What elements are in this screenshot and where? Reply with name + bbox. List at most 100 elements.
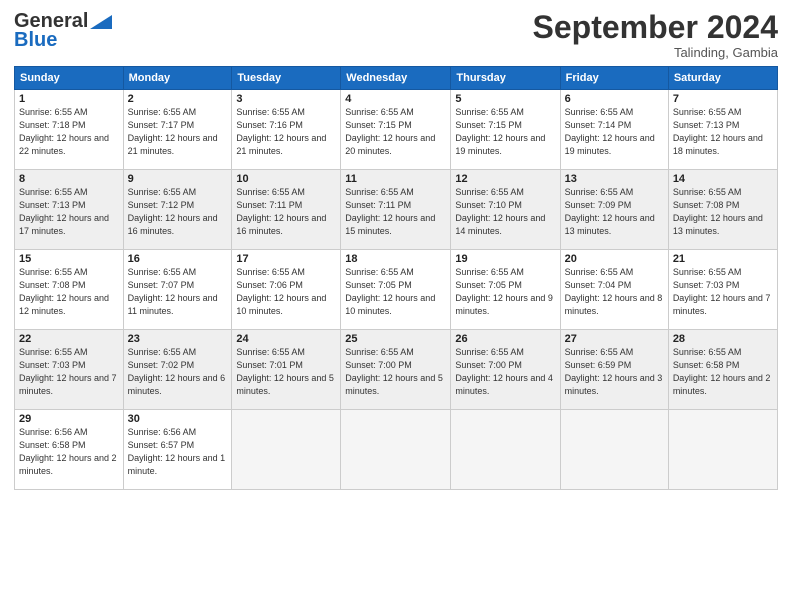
calendar-cell: 3Sunrise: 6:55 AMSunset: 7:16 PMDaylight… xyxy=(232,90,341,170)
day-info: Sunrise: 6:55 AMSunset: 6:58 PMDaylight:… xyxy=(673,346,773,398)
calendar-cell: 1Sunrise: 6:55 AMSunset: 7:18 PMDaylight… xyxy=(15,90,124,170)
calendar-cell: 7Sunrise: 6:55 AMSunset: 7:13 PMDaylight… xyxy=(668,90,777,170)
day-info: Sunrise: 6:55 AMSunset: 7:06 PMDaylight:… xyxy=(236,266,336,318)
calendar-cell: 23Sunrise: 6:55 AMSunset: 7:02 PMDayligh… xyxy=(123,330,232,410)
day-info: Sunrise: 6:55 AMSunset: 7:13 PMDaylight:… xyxy=(673,106,773,158)
calendar-row: 22Sunrise: 6:55 AMSunset: 7:03 PMDayligh… xyxy=(15,330,778,410)
calendar-cell: 30Sunrise: 6:56 AMSunset: 6:57 PMDayligh… xyxy=(123,410,232,490)
col-saturday: Saturday xyxy=(668,67,777,90)
calendar-cell: 19Sunrise: 6:55 AMSunset: 7:05 PMDayligh… xyxy=(451,250,560,330)
day-info: Sunrise: 6:55 AMSunset: 7:00 PMDaylight:… xyxy=(455,346,555,398)
col-wednesday: Wednesday xyxy=(341,67,451,90)
day-info: Sunrise: 6:55 AMSunset: 7:03 PMDaylight:… xyxy=(673,266,773,318)
day-info: Sunrise: 6:55 AMSunset: 7:16 PMDaylight:… xyxy=(236,106,336,158)
title-block: September 2024 Talinding, Gambia xyxy=(533,10,778,60)
day-number: 12 xyxy=(455,173,555,185)
day-info: Sunrise: 6:55 AMSunset: 7:01 PMDaylight:… xyxy=(236,346,336,398)
day-info: Sunrise: 6:55 AMSunset: 7:05 PMDaylight:… xyxy=(345,266,446,318)
month-title: September 2024 xyxy=(533,10,778,45)
day-number: 18 xyxy=(345,253,446,265)
calendar-page: General Blue September 2024 Talinding, G… xyxy=(0,0,792,612)
day-number: 28 xyxy=(673,333,773,345)
day-number: 24 xyxy=(236,333,336,345)
day-number: 25 xyxy=(345,333,446,345)
location: Talinding, Gambia xyxy=(533,45,778,60)
calendar-cell: 15Sunrise: 6:55 AMSunset: 7:08 PMDayligh… xyxy=(15,250,124,330)
day-info: Sunrise: 6:55 AMSunset: 7:11 PMDaylight:… xyxy=(345,186,446,238)
day-info: Sunrise: 6:55 AMSunset: 7:00 PMDaylight:… xyxy=(345,346,446,398)
calendar-cell xyxy=(668,410,777,490)
calendar-table: Sunday Monday Tuesday Wednesday Thursday… xyxy=(14,66,778,490)
day-number: 20 xyxy=(565,253,664,265)
day-info: Sunrise: 6:55 AMSunset: 7:10 PMDaylight:… xyxy=(455,186,555,238)
day-number: 17 xyxy=(236,253,336,265)
day-number: 1 xyxy=(19,93,119,105)
calendar-header-row: Sunday Monday Tuesday Wednesday Thursday… xyxy=(15,67,778,90)
calendar-cell: 18Sunrise: 6:55 AMSunset: 7:05 PMDayligh… xyxy=(341,250,451,330)
calendar-cell: 8Sunrise: 6:55 AMSunset: 7:13 PMDaylight… xyxy=(15,170,124,250)
calendar-cell: 24Sunrise: 6:55 AMSunset: 7:01 PMDayligh… xyxy=(232,330,341,410)
day-number: 19 xyxy=(455,253,555,265)
day-info: Sunrise: 6:55 AMSunset: 7:17 PMDaylight:… xyxy=(128,106,228,158)
day-number: 9 xyxy=(128,173,228,185)
calendar-row: 8Sunrise: 6:55 AMSunset: 7:13 PMDaylight… xyxy=(15,170,778,250)
calendar-cell: 21Sunrise: 6:55 AMSunset: 7:03 PMDayligh… xyxy=(668,250,777,330)
day-number: 22 xyxy=(19,333,119,345)
day-number: 29 xyxy=(19,413,119,425)
logo-blue: Blue xyxy=(14,29,57,52)
day-info: Sunrise: 6:55 AMSunset: 6:59 PMDaylight:… xyxy=(565,346,664,398)
logo-icon xyxy=(90,15,112,29)
day-number: 4 xyxy=(345,93,446,105)
calendar-cell: 13Sunrise: 6:55 AMSunset: 7:09 PMDayligh… xyxy=(560,170,668,250)
day-info: Sunrise: 6:55 AMSunset: 7:05 PMDaylight:… xyxy=(455,266,555,318)
day-number: 6 xyxy=(565,93,664,105)
day-number: 26 xyxy=(455,333,555,345)
calendar-cell: 22Sunrise: 6:55 AMSunset: 7:03 PMDayligh… xyxy=(15,330,124,410)
calendar-cell: 4Sunrise: 6:55 AMSunset: 7:15 PMDaylight… xyxy=(341,90,451,170)
day-info: Sunrise: 6:56 AMSunset: 6:58 PMDaylight:… xyxy=(19,426,119,478)
day-number: 8 xyxy=(19,173,119,185)
calendar-cell: 26Sunrise: 6:55 AMSunset: 7:00 PMDayligh… xyxy=(451,330,560,410)
col-friday: Friday xyxy=(560,67,668,90)
calendar-cell: 17Sunrise: 6:55 AMSunset: 7:06 PMDayligh… xyxy=(232,250,341,330)
calendar-cell xyxy=(451,410,560,490)
day-number: 10 xyxy=(236,173,336,185)
calendar-cell: 9Sunrise: 6:55 AMSunset: 7:12 PMDaylight… xyxy=(123,170,232,250)
day-info: Sunrise: 6:55 AMSunset: 7:12 PMDaylight:… xyxy=(128,186,228,238)
calendar-cell: 20Sunrise: 6:55 AMSunset: 7:04 PMDayligh… xyxy=(560,250,668,330)
day-number: 23 xyxy=(128,333,228,345)
calendar-cell: 2Sunrise: 6:55 AMSunset: 7:17 PMDaylight… xyxy=(123,90,232,170)
page-header: General Blue September 2024 Talinding, G… xyxy=(14,10,778,60)
col-monday: Monday xyxy=(123,67,232,90)
calendar-cell: 10Sunrise: 6:55 AMSunset: 7:11 PMDayligh… xyxy=(232,170,341,250)
col-sunday: Sunday xyxy=(15,67,124,90)
calendar-cell: 28Sunrise: 6:55 AMSunset: 6:58 PMDayligh… xyxy=(668,330,777,410)
day-number: 2 xyxy=(128,93,228,105)
calendar-cell: 6Sunrise: 6:55 AMSunset: 7:14 PMDaylight… xyxy=(560,90,668,170)
day-number: 30 xyxy=(128,413,228,425)
day-info: Sunrise: 6:55 AMSunset: 7:03 PMDaylight:… xyxy=(19,346,119,398)
calendar-cell: 16Sunrise: 6:55 AMSunset: 7:07 PMDayligh… xyxy=(123,250,232,330)
day-number: 5 xyxy=(455,93,555,105)
col-tuesday: Tuesday xyxy=(232,67,341,90)
day-info: Sunrise: 6:55 AMSunset: 7:15 PMDaylight:… xyxy=(455,106,555,158)
calendar-cell xyxy=(560,410,668,490)
calendar-row: 29Sunrise: 6:56 AMSunset: 6:58 PMDayligh… xyxy=(15,410,778,490)
calendar-cell: 11Sunrise: 6:55 AMSunset: 7:11 PMDayligh… xyxy=(341,170,451,250)
day-number: 11 xyxy=(345,173,446,185)
calendar-cell: 25Sunrise: 6:55 AMSunset: 7:00 PMDayligh… xyxy=(341,330,451,410)
day-info: Sunrise: 6:55 AMSunset: 7:11 PMDaylight:… xyxy=(236,186,336,238)
day-info: Sunrise: 6:55 AMSunset: 7:18 PMDaylight:… xyxy=(19,106,119,158)
day-info: Sunrise: 6:55 AMSunset: 7:02 PMDaylight:… xyxy=(128,346,228,398)
day-number: 3 xyxy=(236,93,336,105)
day-number: 16 xyxy=(128,253,228,265)
day-info: Sunrise: 6:55 AMSunset: 7:07 PMDaylight:… xyxy=(128,266,228,318)
day-info: Sunrise: 6:55 AMSunset: 7:13 PMDaylight:… xyxy=(19,186,119,238)
calendar-row: 15Sunrise: 6:55 AMSunset: 7:08 PMDayligh… xyxy=(15,250,778,330)
day-number: 7 xyxy=(673,93,773,105)
calendar-cell: 5Sunrise: 6:55 AMSunset: 7:15 PMDaylight… xyxy=(451,90,560,170)
day-info: Sunrise: 6:55 AMSunset: 7:08 PMDaylight:… xyxy=(673,186,773,238)
day-info: Sunrise: 6:55 AMSunset: 7:04 PMDaylight:… xyxy=(565,266,664,318)
day-info: Sunrise: 6:56 AMSunset: 6:57 PMDaylight:… xyxy=(128,426,228,478)
day-number: 13 xyxy=(565,173,664,185)
